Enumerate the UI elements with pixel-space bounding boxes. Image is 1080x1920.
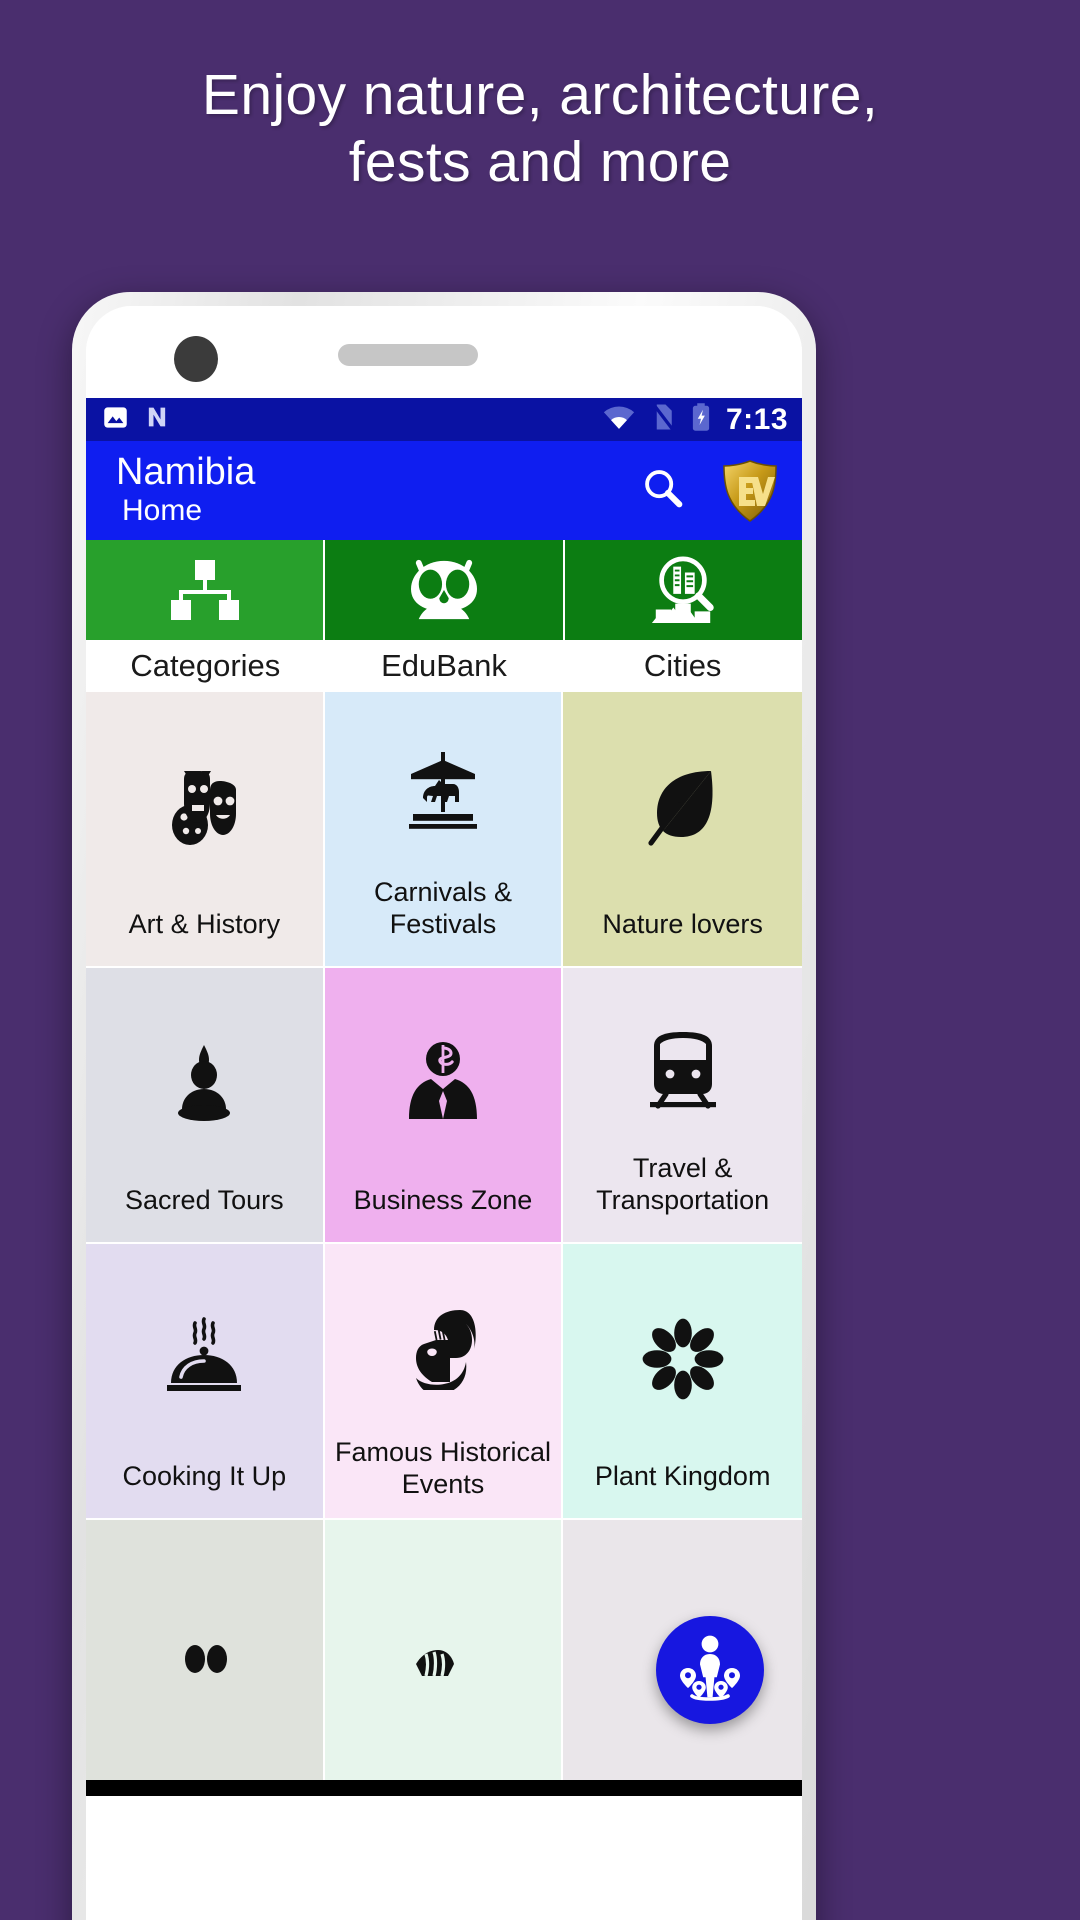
phone-screen-area: 7:13 Namibia Home Categories EduBank Cit… bbox=[86, 306, 802, 1920]
category-card-row4-col1[interactable] bbox=[86, 1520, 325, 1796]
category-card-plant-kingdom[interactable]: Plant Kingdom bbox=[563, 1244, 802, 1520]
status-bar: 7:13 bbox=[86, 398, 802, 441]
app-title: Namibia bbox=[116, 450, 256, 493]
carousel-icon bbox=[325, 692, 562, 877]
status-bar-left-icons bbox=[102, 403, 171, 436]
tab-label-cities[interactable]: Cities bbox=[563, 640, 802, 692]
app-subtitle: Home bbox=[122, 493, 203, 527]
ev-shield-logo[interactable] bbox=[720, 459, 780, 523]
tab-label-edubank[interactable]: EduBank bbox=[325, 640, 564, 692]
wifi-icon bbox=[602, 403, 636, 436]
earpiece-speaker bbox=[338, 344, 478, 366]
category-label: Famous Historical Events bbox=[334, 1437, 552, 1499]
phone-bezel-top bbox=[86, 306, 802, 398]
category-card-cooking-it-up[interactable]: Cooking It Up bbox=[86, 1244, 325, 1520]
theatre-masks-icon bbox=[86, 692, 323, 909]
category-label: Carnivals & Festivals bbox=[373, 877, 512, 939]
category-label: Plant Kingdom bbox=[594, 1460, 771, 1491]
category-label: Business Zone bbox=[353, 1184, 533, 1215]
category-label: Travel & Transportation bbox=[596, 1153, 770, 1215]
category-card-business-zone[interactable]: Business Zone bbox=[324, 968, 564, 1244]
app-bar-titles: Namibia Home bbox=[116, 450, 256, 530]
tab-bar bbox=[86, 540, 802, 640]
category-card-art-history[interactable]: Art & History bbox=[86, 692, 325, 968]
no-sim-icon bbox=[650, 402, 676, 437]
status-bar-right-icons: 7:13 bbox=[602, 402, 788, 437]
tour-guide-icon bbox=[672, 1632, 748, 1708]
category-label: Sacred Tours bbox=[125, 1184, 284, 1215]
app-bar: Namibia Home bbox=[86, 441, 802, 540]
food-cloche-icon bbox=[86, 1244, 323, 1461]
spartan-helmet-icon bbox=[325, 1244, 562, 1437]
promo-headline-line2: fests and more bbox=[348, 130, 732, 195]
flower-icon bbox=[563, 1244, 802, 1461]
app-bar-actions bbox=[640, 459, 780, 523]
promo-headline-line1: Enjoy nature, architecture, bbox=[201, 63, 879, 127]
category-card-row4-col2[interactable] bbox=[324, 1520, 564, 1796]
sitemap-icon bbox=[169, 557, 241, 623]
tab-cities[interactable] bbox=[564, 540, 802, 640]
tab-labels: Categories EduBank Cities bbox=[86, 640, 802, 692]
tab-edubank[interactable] bbox=[325, 540, 565, 640]
wave-icon bbox=[325, 1520, 562, 1768]
battery-charging-icon bbox=[690, 402, 712, 437]
businessman-icon bbox=[325, 968, 562, 1185]
app-screen: 7:13 Namibia Home Categories EduBank Cit… bbox=[86, 398, 802, 1796]
category-card-sacred-tours[interactable]: Sacred Tours bbox=[86, 968, 325, 1244]
tab-label-categories[interactable]: Categories bbox=[86, 640, 325, 692]
category-card-travel-transportation[interactable]: Travel & Transportation bbox=[563, 968, 802, 1244]
front-camera bbox=[174, 336, 218, 382]
leaf-icon bbox=[563, 692, 802, 909]
category-card-nature-lovers[interactable]: Nature lovers bbox=[563, 692, 802, 968]
train-icon bbox=[563, 968, 802, 1153]
category-card-famous-historical-events[interactable]: Famous Historical Events bbox=[324, 1244, 564, 1520]
people-icon bbox=[86, 1520, 323, 1768]
search-icon[interactable] bbox=[640, 465, 686, 516]
owl-icon bbox=[405, 557, 483, 623]
phone-mockup: 7:13 Namibia Home Categories EduBank Cit… bbox=[72, 292, 816, 1920]
category-label: Art & History bbox=[128, 908, 281, 939]
buddha-icon bbox=[86, 968, 323, 1185]
navigation-strip bbox=[86, 1780, 802, 1796]
tour-guide-fab[interactable] bbox=[656, 1616, 764, 1724]
promo-headline: Enjoy nature, architecture, fests and mo… bbox=[0, 62, 1080, 197]
category-card-carnivals-festivals[interactable]: Carnivals & Festivals bbox=[324, 692, 564, 968]
status-bar-clock: 7:13 bbox=[725, 402, 788, 436]
image-icon bbox=[102, 404, 129, 436]
nfc-icon bbox=[143, 403, 171, 436]
city-search-icon bbox=[647, 555, 719, 625]
tab-categories[interactable] bbox=[86, 540, 326, 640]
category-label: Cooking It Up bbox=[122, 1460, 287, 1491]
category-label: Nature lovers bbox=[602, 908, 763, 939]
